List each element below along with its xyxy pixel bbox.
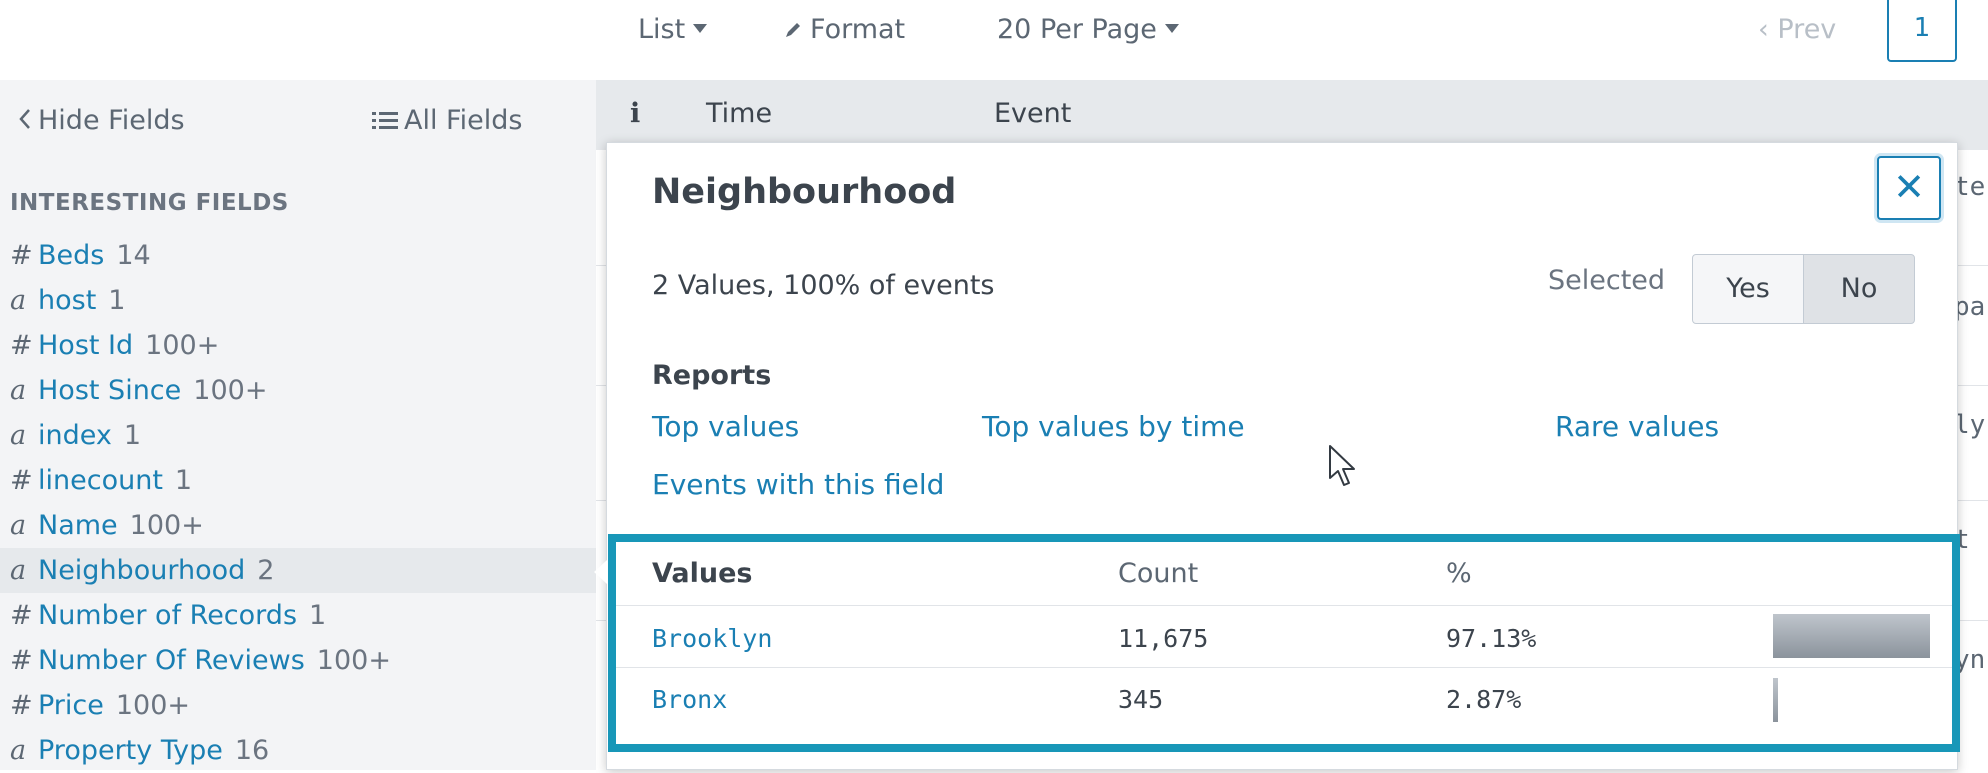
field-item-host-since[interactable]: a Host Since 100+ bbox=[0, 368, 596, 413]
selected-no-button[interactable]: No bbox=[1803, 254, 1915, 324]
info-column-header: i bbox=[630, 98, 641, 129]
field-count: 1 bbox=[123, 420, 142, 451]
field-type: a bbox=[10, 555, 27, 586]
field-count: 100+ bbox=[145, 330, 220, 361]
field-count: 1 bbox=[174, 465, 193, 496]
interesting-fields-title: INTERESTING FIELDS bbox=[10, 190, 289, 216]
field-type: # bbox=[10, 690, 33, 721]
field-name: Number of Records bbox=[38, 600, 298, 631]
field-name: Beds bbox=[38, 240, 105, 271]
fields-sidebar: Hide Fields All Fields INTERESTING FIELD… bbox=[0, 80, 596, 770]
list-view-dropdown[interactable]: List bbox=[638, 10, 708, 50]
field-item-price[interactable]: # Price 100+ bbox=[0, 683, 596, 728]
hide-fields-button[interactable]: Hide Fields bbox=[18, 105, 185, 137]
values-highlight-box bbox=[608, 534, 1960, 752]
field-name: index bbox=[38, 420, 112, 451]
field-count: 100+ bbox=[129, 510, 204, 541]
page-number-button[interactable]: 1 bbox=[1887, 0, 1957, 62]
close-icon: ✕ bbox=[1893, 165, 1925, 209]
field-count: 1 bbox=[108, 285, 126, 316]
all-fields-button[interactable]: All Fields bbox=[372, 105, 522, 137]
events-with-field-link[interactable]: Events with this field bbox=[652, 468, 944, 501]
caret-down-icon bbox=[1164, 24, 1179, 33]
list-icon bbox=[372, 106, 400, 137]
field-type: # bbox=[10, 240, 33, 271]
field-count: 2 bbox=[257, 555, 275, 586]
popover-pointer bbox=[594, 560, 607, 584]
field-item-linecount[interactable]: # linecount 1 bbox=[0, 458, 596, 503]
field-count: 1 bbox=[309, 600, 327, 631]
event-text-fragment: ly bbox=[1954, 410, 1986, 440]
selected-label: Selected bbox=[1548, 265, 1666, 296]
field-type: a bbox=[10, 285, 27, 316]
field-item-index[interactable]: a index 1 bbox=[0, 413, 596, 458]
format-label: Format bbox=[810, 14, 906, 45]
field-item-host-id[interactable]: # Host Id 100+ bbox=[0, 323, 596, 368]
caret-down-icon bbox=[693, 24, 708, 33]
hide-fields-label: Hide Fields bbox=[38, 105, 185, 136]
event-column-header[interactable]: Event bbox=[994, 98, 1071, 129]
field-item-neighbourhood[interactable]: a Neighbourhood 2 bbox=[0, 548, 596, 593]
field-name: host bbox=[38, 285, 97, 316]
field-item-property-type[interactable]: a Property Type 16 bbox=[0, 728, 596, 773]
field-count: 100+ bbox=[316, 645, 391, 676]
prev-page-button[interactable]: ‹ Prev bbox=[1758, 10, 1836, 50]
field-type: # bbox=[10, 330, 33, 361]
field-item-host[interactable]: a host 1 bbox=[0, 278, 596, 323]
values-summary: 2 Values, 100% of events bbox=[652, 270, 995, 301]
field-name: Host Id bbox=[38, 330, 134, 361]
per-page-dropdown[interactable]: 20 Per Page bbox=[997, 10, 1179, 50]
time-column-header[interactable]: Time bbox=[706, 98, 772, 129]
field-item-name[interactable]: a Name 100+ bbox=[0, 503, 596, 548]
events-table-header: i Time Event bbox=[596, 80, 1988, 150]
field-count: 100+ bbox=[193, 375, 268, 406]
field-name: Price bbox=[38, 690, 104, 721]
field-item-number-of-reviews[interactable]: # Number Of Reviews 100+ bbox=[0, 638, 596, 683]
field-name: linecount bbox=[38, 465, 163, 496]
all-fields-label: All Fields bbox=[404, 105, 523, 136]
field-count: 16 bbox=[234, 735, 270, 766]
list-view-label: List bbox=[638, 14, 686, 45]
selected-yes-button[interactable]: Yes bbox=[1692, 254, 1804, 324]
field-name: Host Since bbox=[38, 375, 182, 406]
field-item-beds[interactable]: # Beds 14 bbox=[0, 233, 596, 278]
top-values-link[interactable]: Top values bbox=[652, 410, 799, 443]
rare-values-link[interactable]: Rare values bbox=[1555, 410, 1719, 443]
mouse-cursor-icon bbox=[1328, 444, 1356, 492]
field-count: 100+ bbox=[115, 690, 191, 721]
field-type: a bbox=[10, 375, 27, 406]
popover-title: Neighbourhood bbox=[652, 172, 957, 212]
top-values-by-time-link[interactable]: Top values by time bbox=[982, 410, 1245, 443]
field-item-number-of-records[interactable]: # Number of Records 1 bbox=[0, 593, 596, 638]
field-type: a bbox=[10, 735, 27, 766]
field-name: Neighbourhood bbox=[38, 555, 246, 586]
field-name: Number Of Reviews bbox=[38, 645, 305, 676]
format-button[interactable]: Format bbox=[784, 10, 905, 50]
chevron-left-icon bbox=[18, 106, 34, 137]
prev-label: ‹ Prev bbox=[1758, 14, 1837, 45]
field-name: Property Type bbox=[38, 735, 223, 766]
event-text-fragment: te bbox=[1954, 172, 1986, 202]
field-type: # bbox=[10, 465, 33, 496]
per-page-label: 20 Per Page bbox=[997, 14, 1157, 45]
event-text-fragment: pa bbox=[1954, 292, 1986, 322]
reports-heading: Reports bbox=[652, 360, 772, 391]
field-type: a bbox=[10, 420, 27, 451]
field-type: a bbox=[10, 510, 27, 541]
page-number: 1 bbox=[1913, 13, 1931, 43]
close-button[interactable]: ✕ bbox=[1877, 156, 1941, 220]
field-type: # bbox=[10, 600, 33, 631]
field-count: 14 bbox=[116, 240, 151, 271]
field-type: # bbox=[10, 645, 33, 676]
field-name: Name bbox=[38, 510, 118, 541]
pencil-icon bbox=[784, 11, 802, 51]
